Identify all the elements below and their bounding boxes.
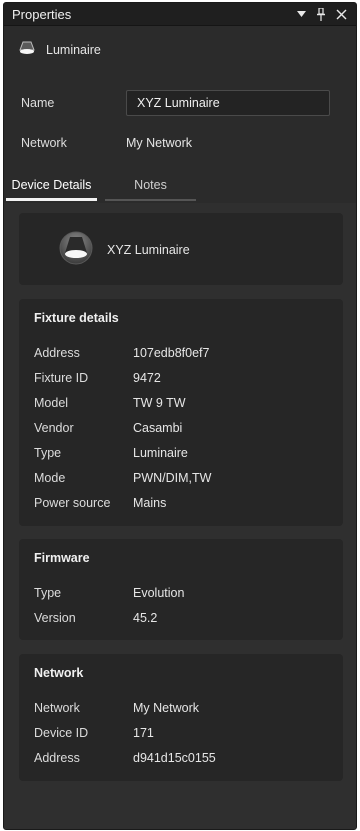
network-info-row: Address d941d15c0155 — [34, 751, 216, 765]
fixture-details-card: Fixture details Address 107edb8f0ef7 Fixt… — [19, 299, 343, 526]
fixture-row: Type Luminaire — [34, 446, 188, 460]
pin-icon[interactable] — [314, 7, 328, 21]
luminaire-large-icon — [59, 231, 93, 270]
network-key: Address — [34, 751, 80, 765]
firmware-value: 45.2 — [133, 611, 158, 625]
network-info-row: Device ID 171 — [34, 726, 154, 740]
tab-content: XYZ Luminaire Fixture details Address 107… — [4, 203, 356, 829]
fixture-key: Type — [34, 446, 62, 460]
firmware-value: Evolution — [133, 586, 185, 600]
fixture-value: Luminaire — [133, 446, 188, 460]
fixture-row: Vendor Casambi — [34, 421, 182, 435]
properties-panel: Properties Luminaire Name XYZ Luminaire … — [3, 2, 357, 830]
network-info-value: d941d15c0155 — [133, 751, 216, 765]
network-label: Network — [21, 136, 67, 150]
panel-titlebar: Properties — [4, 3, 356, 26]
device-card: XYZ Luminaire — [19, 213, 343, 285]
network-card: Network Network My Network Device ID 171 A… — [19, 654, 343, 781]
firmware-key: Version — [34, 611, 76, 625]
firmware-card: Firmware Type Evolution Version 45.2 — [19, 539, 343, 640]
tab-notes[interactable]: Notes — [105, 175, 196, 201]
fixture-key: Address — [34, 346, 80, 360]
network-key: Network — [34, 701, 80, 715]
fixture-key: Power source — [34, 496, 111, 510]
device-type-label: Luminaire — [46, 43, 101, 57]
tab-device-details[interactable]: Device Details — [6, 175, 97, 201]
fixture-key: Fixture ID — [34, 371, 89, 385]
firmware-title: Firmware — [34, 551, 90, 565]
firmware-row: Type Evolution — [34, 586, 184, 600]
fixture-row: Fixture ID 9472 — [34, 371, 161, 385]
name-row: Name — [4, 83, 356, 123]
fixture-row: Mode PWN/DIM,TW — [34, 471, 211, 485]
fixture-details-title: Fixture details — [34, 311, 119, 325]
fixture-row: Model TW 9 TW — [34, 396, 186, 410]
network-value: My Network — [126, 136, 192, 150]
fixture-row: Address 107edb8f0ef7 — [34, 346, 209, 360]
device-card-name: XYZ Luminaire — [107, 243, 190, 257]
fixture-row: Power source Mains — [34, 496, 166, 510]
network-row: Network My Network — [4, 123, 356, 163]
fixture-value: PWN/DIM,TW — [133, 471, 212, 485]
firmware-row: Version 45.2 — [34, 611, 157, 625]
device-header: Luminaire — [4, 26, 356, 74]
name-label: Name — [21, 96, 55, 110]
fixture-key: Vendor — [34, 421, 74, 435]
network-info-value: 171 — [133, 726, 154, 740]
fixture-value: 9472 — [133, 371, 161, 385]
name-input[interactable] — [126, 90, 330, 116]
network-info-row: Network My Network — [34, 701, 199, 715]
fixture-value: TW 9 TW — [133, 396, 186, 410]
fixture-value: Mains — [133, 496, 167, 510]
fixture-key: Mode — [34, 471, 66, 485]
fixture-value: 107edb8f0ef7 — [133, 346, 210, 360]
fixture-key: Model — [34, 396, 69, 410]
luminaire-icon — [18, 41, 36, 60]
network-key: Device ID — [34, 726, 89, 740]
close-icon[interactable] — [334, 7, 348, 21]
firmware-key: Type — [34, 586, 62, 600]
tab-bar: Device Details Notes — [4, 175, 356, 201]
dropdown-icon[interactable] — [294, 7, 308, 21]
network-info-value: My Network — [133, 701, 199, 715]
network-title: Network — [34, 666, 84, 680]
fixture-value: Casambi — [133, 421, 183, 435]
panel-title: Properties — [12, 6, 72, 22]
